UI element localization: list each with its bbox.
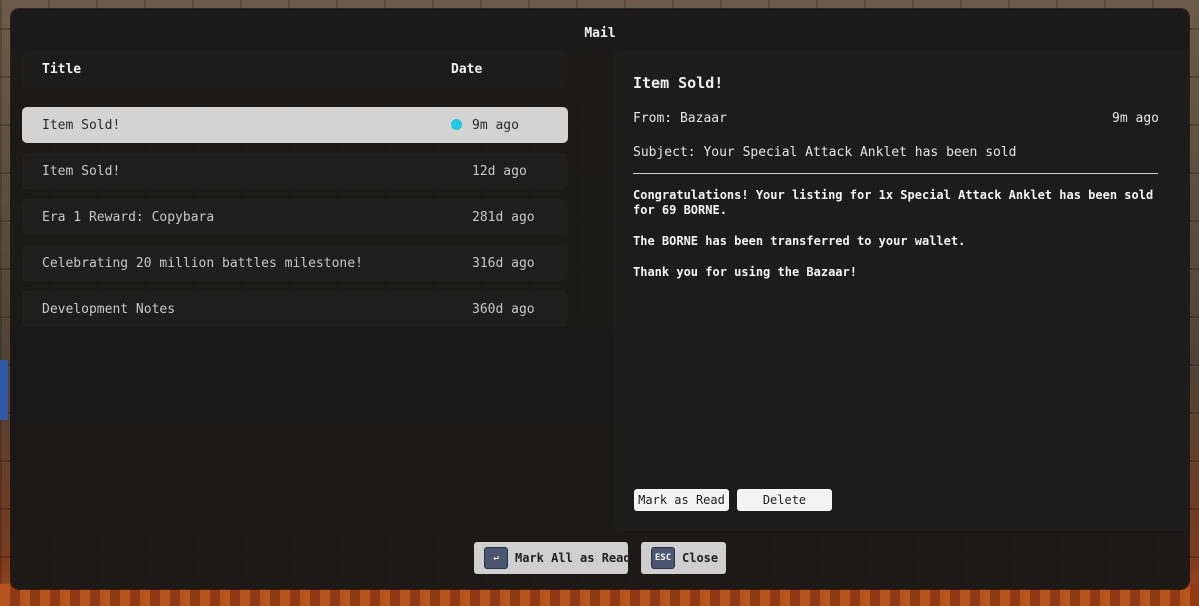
- mail-list-item[interactable]: Celebrating 20 million battles milestone…: [22, 245, 568, 281]
- mail-detail-title: Item Sold!: [633, 74, 724, 92]
- mail-item-title: Era 1 Reward: Copybara: [42, 210, 215, 225]
- close-button[interactable]: ESC Close: [641, 542, 726, 574]
- panel-title: Mail: [584, 26, 616, 41]
- enter-key-icon: ↵: [484, 547, 508, 569]
- mail-body-paragraph: Congratulations! Your listing for 1x Spe…: [633, 188, 1154, 217]
- column-header-title: Title: [42, 62, 82, 77]
- mark-all-as-read-label: Mark All as Read: [515, 551, 631, 565]
- mail-list-item[interactable]: Era 1 Reward: Copybara 281d ago: [22, 199, 568, 235]
- background-pillar: [0, 360, 8, 420]
- mail-item-date: 9m ago: [472, 118, 519, 133]
- column-header-date: Date: [451, 62, 483, 77]
- mail-detail-pane: Item Sold! From: Bazaar 9m ago Subject: …: [613, 51, 1189, 531]
- mail-list-item[interactable]: Item Sold! 9m ago: [22, 107, 568, 143]
- mail-item-date: 281d ago: [472, 210, 535, 225]
- mail-panel: Mail Title Date Item Sold! 9m ago Item S…: [11, 9, 1189, 589]
- mail-list-item[interactable]: Development Notes 360d ago: [22, 291, 568, 327]
- mail-list-header: Title Date: [22, 51, 568, 87]
- mail-item-date: 316d ago: [472, 256, 535, 271]
- close-label: Close: [682, 551, 719, 565]
- mail-item-date: 12d ago: [472, 164, 527, 179]
- mail-body-paragraph: The BORNE has been transferred to your w…: [633, 234, 966, 248]
- mail-item-title: Development Notes: [42, 302, 176, 317]
- mail-detail-sender: From: Bazaar: [633, 111, 727, 126]
- mail-item-date: 360d ago: [472, 302, 535, 317]
- mail-item-title: Item Sold!: [42, 118, 121, 133]
- escape-key-icon: ESC: [651, 547, 675, 569]
- mail-body-paragraph: Thank you for using the Bazaar!: [633, 265, 857, 279]
- mail-detail-date: 9m ago: [1112, 111, 1159, 126]
- mark-all-as-read-button[interactable]: ↵ Mark All as Read: [474, 542, 631, 574]
- mark-as-read-button[interactable]: Mark as Read: [634, 489, 729, 511]
- mail-detail-subject: Subject: Your Special Attack Anklet has …: [633, 145, 1017, 160]
- mail-detail-divider: [633, 173, 1158, 174]
- mail-detail-body: Congratulations! Your listing for 1x Spe…: [633, 188, 1158, 296]
- mail-item-title: Celebrating 20 million battles milestone…: [42, 256, 363, 271]
- mail-list-item[interactable]: Item Sold! 12d ago: [22, 153, 568, 189]
- delete-button[interactable]: Delete: [737, 489, 832, 511]
- unread-dot-icon: [451, 119, 462, 130]
- mail-item-title: Item Sold!: [42, 164, 121, 179]
